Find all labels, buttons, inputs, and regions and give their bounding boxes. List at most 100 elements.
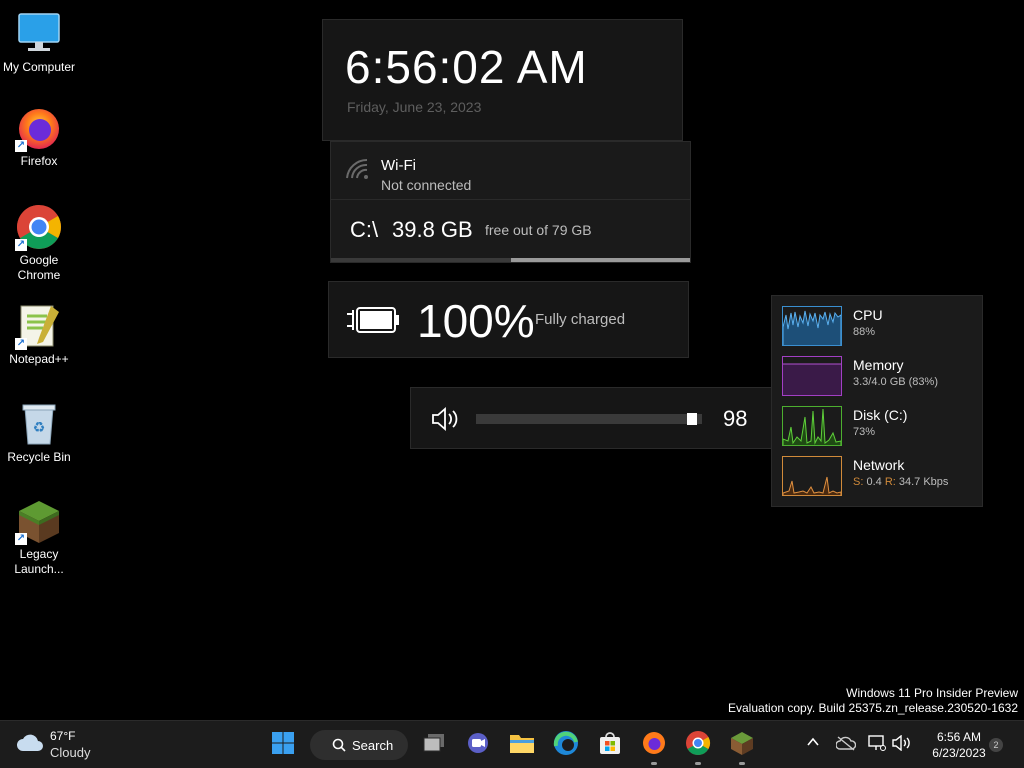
network-receive-value: 34.7 Kbps <box>895 476 949 488</box>
volume-slider-fill <box>476 414 698 424</box>
perf-title: Disk (C:) <box>853 407 908 423</box>
store-icon <box>598 731 622 760</box>
desktop-icon-label: Recycle Bin <box>7 450 71 464</box>
taskbar-search-button[interactable]: Search <box>310 730 408 760</box>
running-indicator <box>651 762 657 765</box>
edge-icon <box>553 730 579 761</box>
desktop-icon-label: Legacy Launch... <box>14 547 64 576</box>
notepad-plus-plus-icon: ↗ <box>15 302 63 350</box>
performance-panel: CPU 88% Memory 3.3/4.0 GB (83%) Disk (C:… <box>771 295 983 507</box>
taskbar-chrome-button[interactable] <box>682 729 714 765</box>
perf-subtitle: 73% <box>853 426 876 438</box>
firefox-icon: ↗ <box>15 104 63 152</box>
perf-subtitle: 88% <box>853 326 876 338</box>
perf-subtitle: S: 0.4 R: 34.7 Kbps <box>853 476 948 488</box>
folder-icon <box>509 732 535 759</box>
desktop-icon-chrome[interactable]: ↗ Google Chrome <box>0 203 78 283</box>
running-indicator <box>695 762 701 765</box>
watermark-line-2: Evaluation copy. Build 25375.zn_release.… <box>728 701 1018 715</box>
network-graph <box>782 456 842 496</box>
desktop-icon-label: Firefox <box>20 154 58 168</box>
perf-title: CPU <box>853 307 883 323</box>
taskbar-date: 6/23/2023 <box>932 746 986 760</box>
perf-subtitle: 3.3/4.0 GB (83%) <box>853 376 938 388</box>
taskbar-chat-button[interactable] <box>462 729 494 761</box>
firefox-icon <box>641 730 667 761</box>
taskbar-firefox-button[interactable] <box>638 729 670 765</box>
wifi-icon <box>345 158 369 185</box>
clock-time: 6:56:02 AM <box>345 41 588 93</box>
chrome-icon <box>685 730 711 761</box>
recycle-bin-icon: ♻ <box>15 400 63 448</box>
cloud-icon <box>16 733 44 758</box>
wifi-name: Wi-Fi <box>381 157 416 174</box>
volume-slider[interactable] <box>476 413 702 425</box>
running-indicator <box>739 762 745 765</box>
task-view-button[interactable] <box>418 729 450 761</box>
shortcut-arrow-icon: ↗ <box>15 239 27 251</box>
speaker-icon[interactable] <box>431 407 461 436</box>
desktop-icon-notepad-plus-plus[interactable]: ↗ Notepad++ <box>0 302 78 367</box>
watermark-line-1: Windows 11 Pro Insider Preview <box>846 686 1018 700</box>
start-button[interactable] <box>267 729 299 761</box>
disk-usage-bar <box>331 258 690 262</box>
network-send-label: S: <box>853 476 864 488</box>
volume-slider-thumb[interactable] <box>687 413 698 425</box>
battery-widget[interactable]: 100% Fully charged <box>328 281 689 358</box>
memory-graph <box>782 356 842 396</box>
network-ethernet-icon[interactable] <box>868 735 886 756</box>
disk-graph <box>782 406 842 446</box>
windows-logo-icon <box>271 731 295 760</box>
search-label: Search <box>352 737 394 753</box>
volume-value: 98 <box>723 406 748 431</box>
desktop-icon-label: My Computer <box>2 60 76 74</box>
taskbar-file-explorer-button[interactable] <box>506 729 538 761</box>
taskbar-time: 6:56 AM <box>936 730 982 744</box>
onedrive-offline-icon[interactable] <box>835 735 857 756</box>
weather-temperature: 67°F <box>50 729 76 743</box>
disk-widget[interactable]: C:\ 39.8 GB free out of 79 GB <box>330 200 691 263</box>
taskbar-store-button[interactable] <box>594 729 626 761</box>
perf-title: Network <box>853 457 905 473</box>
wifi-widget[interactable]: Wi-Fi Not connected <box>330 141 691 200</box>
shortcut-arrow-icon: ↗ <box>15 140 27 152</box>
minecraft-grass-block-icon: ↗ <box>15 497 63 545</box>
chrome-icon: ↗ <box>15 203 63 251</box>
perf-title: Memory <box>853 357 904 373</box>
chat-icon <box>466 731 490 760</box>
disk-drive-letter: C:\ <box>350 217 379 242</box>
taskbar: 67°F Cloudy Search 6:56 AM 6/23/2023 2 <box>0 720 1024 768</box>
taskbar-clock[interactable]: 6:56 AM 6/23/2023 <box>922 729 996 761</box>
wifi-status: Not connected <box>381 177 472 193</box>
clock-widget: 6:56:02 AM Friday, June 23, 2023 <box>322 19 683 141</box>
network-send-value: 0.4 <box>863 476 885 488</box>
desktop-icon-recycle-bin[interactable]: ♻ Recycle Bin <box>0 400 78 465</box>
chevron-up-icon[interactable] <box>806 735 820 754</box>
minecraft-grass-block-icon <box>729 730 755 761</box>
weather-condition: Cloudy <box>50 745 91 760</box>
taskbar-legacy-launcher-button[interactable] <box>726 729 758 765</box>
notification-badge[interactable]: 2 <box>989 738 1003 752</box>
search-icon <box>332 738 346 752</box>
volume-widget: 98 <box>410 387 772 449</box>
battery-status: Fully charged <box>535 311 626 328</box>
battery-charging-icon <box>345 304 401 341</box>
cpu-graph <box>782 306 842 346</box>
clock-date: Friday, June 23, 2023 <box>347 99 482 115</box>
desktop-icon-firefox[interactable]: ↗ Firefox <box>0 104 78 169</box>
disk-free-space: 39.8 GB <box>392 217 473 242</box>
shortcut-arrow-icon: ↗ <box>15 338 27 350</box>
desktop-icon-legacy-launcher[interactable]: ↗ Legacy Launch... <box>0 497 78 577</box>
task-view-icon <box>422 732 446 759</box>
volume-icon[interactable] <box>892 734 912 756</box>
desktop-icon-my-computer[interactable]: My Computer <box>0 10 78 75</box>
shortcut-arrow-icon: ↗ <box>15 533 27 545</box>
monitor-icon <box>15 10 63 58</box>
windows-watermark: Windows 11 Pro Insider Preview Evaluatio… <box>728 686 1018 716</box>
disk-total-description: free out of 79 GB <box>485 222 592 238</box>
taskbar-edge-button[interactable] <box>550 729 582 761</box>
network-receive-label: R: <box>884 476 896 488</box>
disk-usage-fill <box>331 258 511 262</box>
desktop-icon-label: Google Chrome <box>17 253 61 282</box>
battery-percent: 100% <box>417 295 535 347</box>
